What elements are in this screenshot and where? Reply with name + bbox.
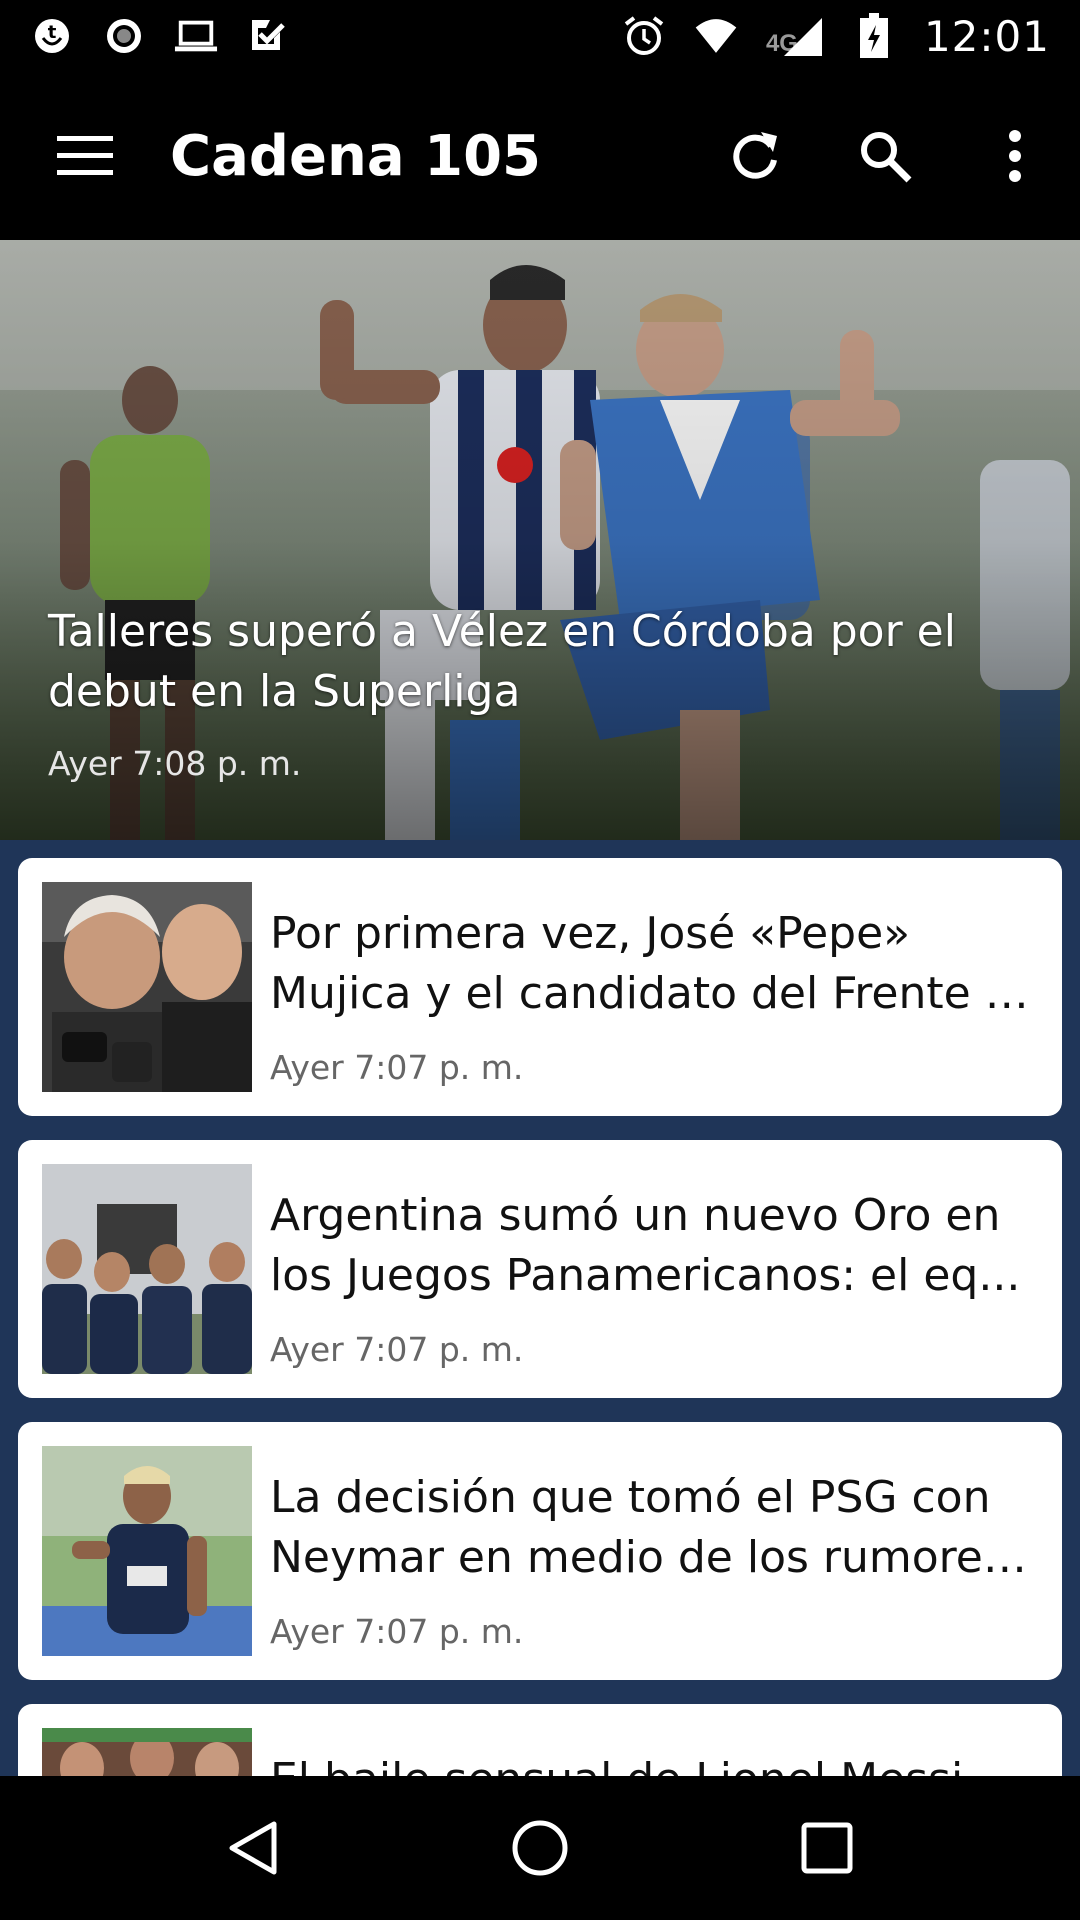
clock: 12:01: [923, 11, 1050, 61]
tumblr-notification-icon: t: [30, 14, 74, 58]
system-navigation-bar: [0, 1776, 1080, 1920]
status-bar: t 4G 12:01: [0, 0, 1080, 72]
more-options-button[interactable]: [950, 72, 1080, 240]
task-check-icon: [246, 14, 290, 58]
recents-icon: [801, 1822, 853, 1874]
article-title-line: Mujica y el candidato del Frente A...: [270, 968, 1040, 1019]
article-title-line: La decisión que tomó el PSG con: [270, 1472, 991, 1523]
article-title-line: Neymar en medio de los rumores ...: [270, 1532, 1040, 1583]
featured-article-time: Ayer 7:08 p. m.: [48, 744, 302, 783]
article-title: La decisión que tomó el PSG con Neymar e…: [270, 1468, 1040, 1588]
menu-button[interactable]: [0, 72, 170, 240]
alarm-icon: [622, 14, 666, 58]
article-card[interactable]: La decisión que tomó el PSG con Neymar e…: [18, 1422, 1062, 1680]
article-thumbnail: [42, 1446, 252, 1656]
cell-signal-group: 4G: [766, 14, 824, 58]
status-right-icons: 4G 12:01: [622, 12, 1050, 61]
refresh-icon: [733, 132, 777, 179]
back-icon: [229, 1821, 277, 1875]
home-icon: [512, 1820, 568, 1876]
recents-button[interactable]: [767, 1788, 887, 1908]
app-bar: Cadena 105: [0, 72, 1080, 240]
cell-signal-icon: [780, 14, 824, 58]
battery-charging-icon: [852, 13, 896, 58]
article-thumbnail: [42, 882, 252, 1092]
home-button[interactable]: [480, 1788, 600, 1908]
featured-article[interactable]: Talleres superó a Vélez en Córdoba por e…: [0, 240, 1080, 840]
refresh-button[interactable]: [690, 72, 820, 240]
article-title-line: los Juegos Panamericanos: el eq...: [270, 1250, 1021, 1301]
search-icon: [861, 132, 912, 183]
screen: t 4G 12:01 Cadena 105 Talleres superó a …: [0, 0, 1080, 1920]
article-title: Por primera vez, José «Pepe» Mujica y el…: [270, 904, 1040, 1024]
back-button[interactable]: [193, 1788, 313, 1908]
more-vert-icon: [1009, 130, 1021, 182]
article-title: Argentina sumó un nuevo Oro en los Juego…: [270, 1186, 1040, 1306]
article-title-line: Argentina sumó un nuevo Oro en: [270, 1190, 1001, 1241]
svg-text:t: t: [48, 22, 57, 43]
app-title: Cadena 105: [170, 123, 541, 189]
article-title-line: Por primera vez, José «Pepe»: [270, 908, 911, 959]
article-card[interactable]: Argentina sumó un nuevo Oro en los Juego…: [18, 1140, 1062, 1398]
laptop-icon: [174, 14, 218, 58]
wifi-icon: [694, 14, 738, 58]
record-icon: [102, 14, 146, 58]
article-card[interactable]: Por primera vez, José «Pepe» Mujica y el…: [18, 858, 1062, 1116]
article-time: Ayer 7:07 p. m.: [270, 1048, 524, 1087]
hamburger-menu-icon: [57, 136, 113, 175]
article-time: Ayer 7:07 p. m.: [270, 1330, 524, 1369]
featured-article-title: Talleres superó a Vélez en Córdoba por e…: [48, 606, 956, 717]
search-button[interactable]: [820, 72, 950, 240]
status-left-icons: t: [30, 14, 290, 58]
article-thumbnail: [42, 1164, 252, 1374]
article-time: Ayer 7:07 p. m.: [270, 1612, 524, 1651]
